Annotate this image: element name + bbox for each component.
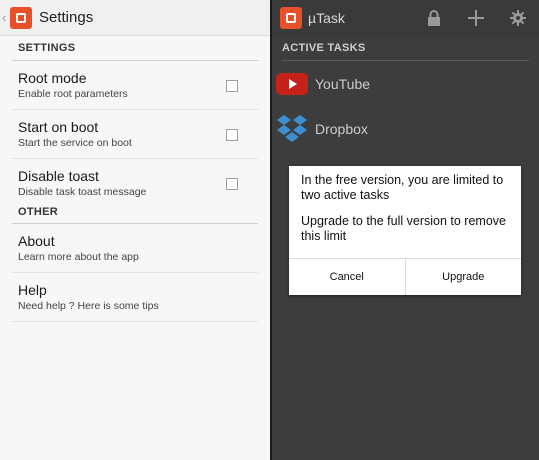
lock-icon[interactable] <box>413 0 455 36</box>
dialog-message: In the free version, you are limited to … <box>289 166 521 244</box>
upgrade-dialog: In the free version, you are limited to … <box>289 166 521 295</box>
dropbox-icon <box>276 114 308 144</box>
cancel-button[interactable]: Cancel <box>289 259 405 295</box>
task-item-youtube[interactable]: YouTube <box>272 61 539 106</box>
dialog-button-bar: Cancel Upgrade <box>289 258 521 295</box>
youtube-icon <box>276 72 308 95</box>
pref-start-on-boot[interactable]: Start on boot Start the service on boot <box>0 110 270 158</box>
task-item-dropbox[interactable]: Dropbox <box>272 106 539 151</box>
settings-screen: ‹ Settings SETTINGS Root mode Enable roo… <box>0 0 270 460</box>
pref-title: About <box>18 233 55 249</box>
task-label: YouTube <box>315 75 371 92</box>
back-caret-icon[interactable]: ‹ <box>2 0 10 36</box>
dialog-message-limit: In the free version, you are limited to … <box>301 173 504 202</box>
app-logo-icon[interactable] <box>280 7 302 29</box>
section-header-active-tasks: ACTIVE TASKS <box>282 42 366 54</box>
pref-summary: Need help ? Here is some tips <box>18 300 159 312</box>
settings-title: Settings <box>39 9 94 26</box>
main-action-bar: µTask <box>272 0 539 36</box>
settings-action-bar: ‹ Settings <box>0 0 270 36</box>
start-on-boot-checkbox[interactable] <box>226 129 238 141</box>
upgrade-button[interactable]: Upgrade <box>404 259 522 295</box>
action-icons <box>413 0 539 36</box>
pref-help[interactable]: Help Need help ? Here is some tips <box>0 273 270 321</box>
pref-summary: Learn more about the app <box>18 251 139 263</box>
app-title: µTask <box>308 10 345 26</box>
item-divider <box>12 321 258 322</box>
task-label: Dropbox <box>315 120 368 137</box>
app-logo-icon[interactable] <box>10 6 32 29</box>
gear-icon[interactable] <box>497 0 539 36</box>
pref-root-mode[interactable]: Root mode Enable root parameters <box>0 61 270 109</box>
disable-toast-checkbox[interactable] <box>226 178 238 190</box>
add-icon[interactable] <box>455 0 497 36</box>
dialog-message-upgrade: Upgrade to the full version to remove th… <box>301 214 506 243</box>
pref-disable-toast[interactable]: Disable toast Disable task toast message <box>0 159 270 201</box>
pref-title: Help <box>18 282 47 298</box>
root-mode-checkbox[interactable] <box>226 80 238 92</box>
section-header-settings: SETTINGS <box>18 42 76 54</box>
pref-about[interactable]: About Learn more about the app <box>0 224 270 272</box>
section-header-other: OTHER <box>18 206 58 218</box>
